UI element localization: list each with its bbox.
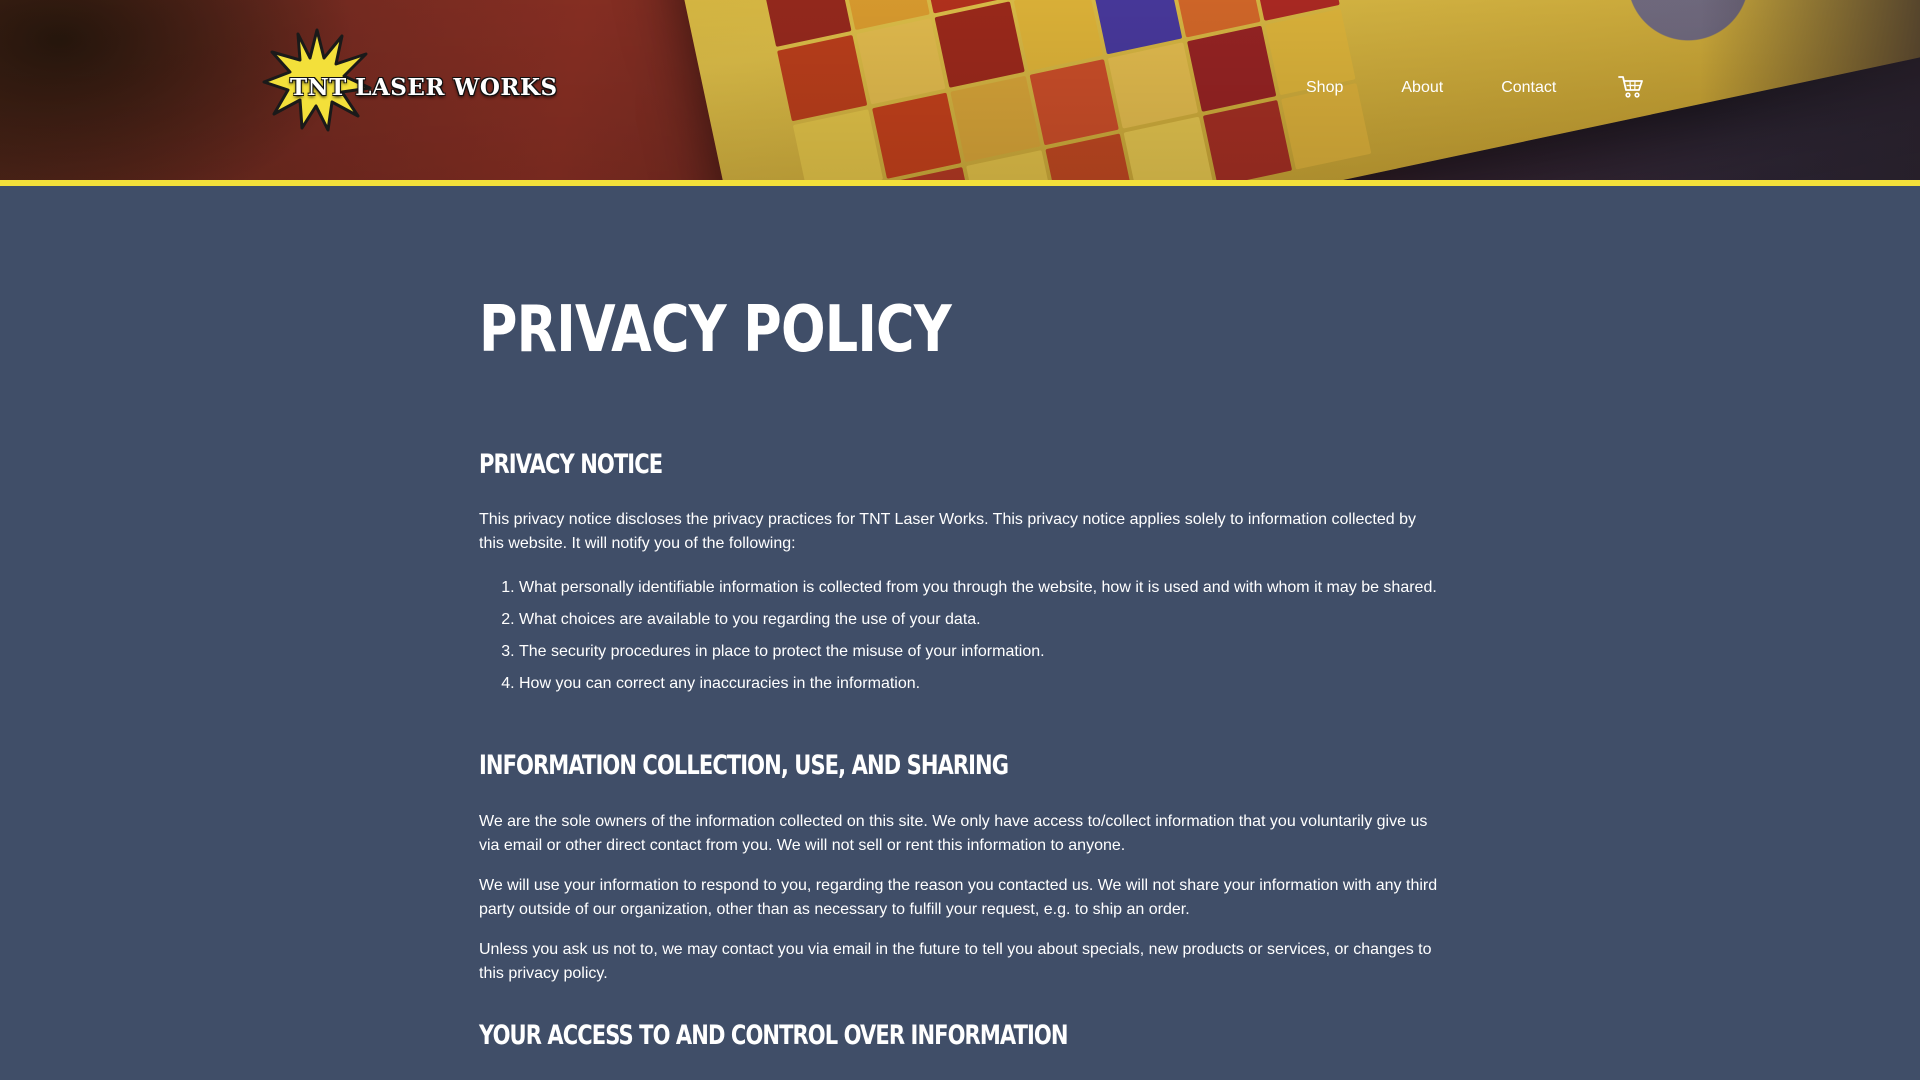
paragraph: We are the sole owners of the informatio… bbox=[479, 813, 1428, 854]
shopping-cart-icon[interactable] bbox=[1618, 75, 1644, 99]
list-item: What personally identifiable information… bbox=[519, 576, 1439, 600]
list-item: What choices are available to you regard… bbox=[519, 608, 1439, 632]
paragraph: We will use your information to respond … bbox=[479, 877, 1438, 918]
nav-shop-link[interactable]: Shop bbox=[1306, 79, 1343, 97]
nav-about-link[interactable]: About bbox=[1401, 79, 1443, 97]
privacy-notice-list: What personally identifiable information… bbox=[519, 576, 1439, 704]
logo-text: TNT LASER WORKS bbox=[290, 74, 558, 101]
list-item: How you can correct any inaccuracies in … bbox=[519, 672, 1439, 696]
main-nav: Shop About Contact bbox=[1306, 75, 1644, 99]
header-banner: TNT LASER WORKS Shop About Contact bbox=[0, 0, 1920, 180]
privacy-policy-content: PRIVACY POLICY PRIVACY NOTICE This priva… bbox=[479, 290, 1439, 1051]
section-heading-information-collection: INFORMATION COLLECTION, USE, AND SHARING bbox=[479, 750, 1009, 781]
nav-contact-link[interactable]: Contact bbox=[1501, 79, 1556, 97]
privacy-notice-intro: This privacy notice discloses the privac… bbox=[479, 511, 1416, 552]
section-heading-privacy-notice: PRIVACY NOTICE bbox=[479, 449, 663, 480]
section-heading-access-control: YOUR ACCESS TO AND CONTROL OVER INFORMAT… bbox=[479, 1020, 1069, 1051]
list-item: The security procedures in place to prot… bbox=[519, 640, 1439, 664]
page-title: PRIVACY POLICY bbox=[479, 293, 952, 367]
site-logo[interactable]: TNT LASER WORKS bbox=[262, 28, 557, 132]
header-accent-strip bbox=[0, 180, 1920, 186]
paragraph: Unless you ask us not to, we may contact… bbox=[479, 941, 1432, 982]
